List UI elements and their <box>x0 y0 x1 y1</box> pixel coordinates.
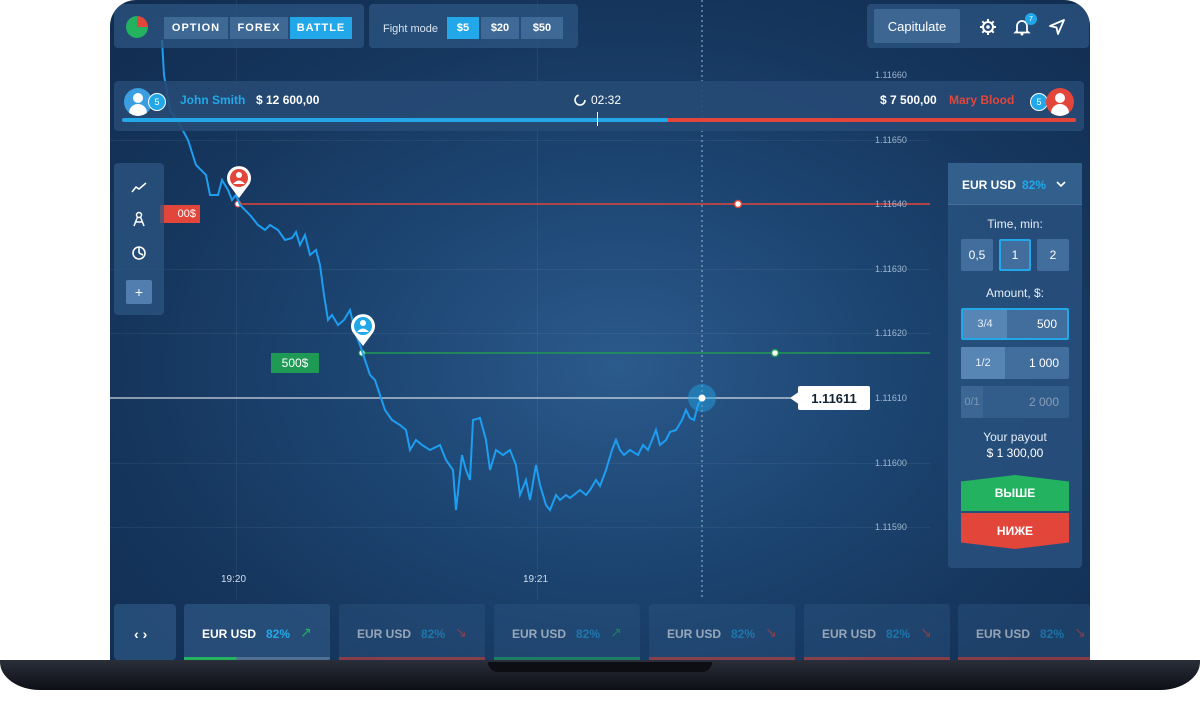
green-bet-label: 500$ <box>271 353 319 373</box>
y-tick-label: 1.11620 <box>875 328 907 338</box>
asset-card-pct: 82% <box>421 627 446 641</box>
y-tick-label: 1.11610 <box>875 393 907 403</box>
red-bet-end-point <box>733 199 743 209</box>
asset-card[interactable]: EUR USD 82% ↗ <box>494 604 640 660</box>
fight-mode-label: Fight mode <box>383 23 439 35</box>
red-player-pin-icon <box>227 166 251 198</box>
battle-progress-marker <box>597 112 598 126</box>
player-left-balance: $ 12 600,00 <box>256 93 320 107</box>
asset-card-pct: 82% <box>1040 627 1065 641</box>
green-bet-end-point <box>770 348 780 358</box>
amount-fraction: 0/1 <box>961 386 983 418</box>
trend-up-arrow-icon: ↗ <box>300 624 312 640</box>
fight-stake-20-button[interactable]: $20 <box>481 17 519 39</box>
time-option-button[interactable]: 1 <box>999 239 1031 271</box>
trading-screen: 00$ 500$ 1.11611 1.11660 1.11650 1.11640… <box>110 0 1090 665</box>
asset-card-pct: 82% <box>731 627 756 641</box>
compass-tool-icon[interactable] <box>129 209 149 229</box>
asset-card-name: EUR USD <box>202 627 257 641</box>
player-right-balance: $ 7 500,00 <box>880 93 937 107</box>
asset-selector[interactable]: EUR USD 82% <box>948 163 1082 205</box>
asset-scroll-control[interactable]: ‹› <box>114 604 176 660</box>
tab-forex[interactable]: FOREX <box>230 17 288 39</box>
player-right-avatar <box>1046 88 1074 116</box>
x-tick-label: 19:21 <box>523 574 549 585</box>
tab-battle[interactable]: BATTLE <box>290 17 352 39</box>
fight-stake-50-button[interactable]: $50 <box>521 17 563 39</box>
asset-payout-pct: 82% <box>1022 178 1047 192</box>
asset-card[interactable]: EUR USD 82% ↗ <box>184 604 330 660</box>
asset-card[interactable]: EUR USD 82% ↘ <box>958 604 1090 660</box>
asset-card[interactable]: EUR USD 82% ↘ <box>339 604 485 660</box>
asset-card[interactable]: EUR USD 82% ↘ <box>804 604 950 660</box>
asset-card-name: EUR USD <box>822 627 877 641</box>
scroll-arrows-icon[interactable]: ‹› <box>134 626 151 642</box>
y-tick-label: 1.11660 <box>875 70 907 80</box>
trend-up-arrow-icon: ↗ <box>610 624 622 640</box>
time-option-button[interactable]: 2 <box>1037 239 1069 271</box>
asset-card-name: EUR USD <box>667 627 722 641</box>
trade-panel: EUR USD 82% Time, min: 0,5 1 2 Amount, $… <box>948 163 1082 568</box>
current-price-tag: 1.11611 <box>798 386 870 410</box>
asset-name: EUR USD <box>962 178 1017 192</box>
trend-down-arrow-icon: ↘ <box>455 624 467 640</box>
player-left-name: John Smith <box>180 93 246 107</box>
player-right-name: Mary Blood <box>949 93 1015 107</box>
logo-icon <box>126 16 148 38</box>
mode-tabs-panel: OPTION FOREX BATTLE <box>114 4 364 48</box>
asset-card-name: EUR USD <box>357 627 412 641</box>
x-tick-label: 19:20 <box>221 574 247 585</box>
amount-value: 2 000 <box>1028 395 1059 409</box>
call-up-button[interactable]: ВЫШЕ <box>961 475 1069 511</box>
chevron-down-icon <box>1056 181 1066 188</box>
payout-label: Your payout <box>983 430 1047 444</box>
trend-down-arrow-icon: ↘ <box>765 624 777 640</box>
battle-progress-fill <box>122 118 668 122</box>
amount-fraction: 1/2 <box>961 347 1005 379</box>
battle-timer: 02:32 <box>591 93 622 107</box>
send-icon[interactable] <box>1048 18 1066 36</box>
asset-card-pct: 82% <box>576 627 601 641</box>
drawing-tools-panel: + <box>114 163 164 315</box>
fight-mode-panel: Fight mode $5 $20 $50 <box>369 4 578 48</box>
amount-option[interactable]: 3/4 500 <box>961 308 1069 340</box>
y-tick-label: 1.11630 <box>875 264 907 274</box>
amount-option[interactable]: 0/1 2 000 <box>961 386 1069 418</box>
y-tick-label: 1.11600 <box>875 458 907 468</box>
payout-value: $ 1 300,00 <box>986 446 1044 460</box>
amount-label: Amount, $: <box>985 286 1045 300</box>
blue-player-pin-icon <box>351 314 375 346</box>
y-tick-label: 1.11640 <box>875 199 907 209</box>
line-chart-tool-icon[interactable] <box>129 177 149 197</box>
trend-down-arrow-icon: ↘ <box>1074 624 1086 640</box>
trend-down-arrow-icon: ↘ <box>920 624 932 640</box>
asset-card-pct: 82% <box>886 627 911 641</box>
indicator-tool-icon[interactable] <box>129 243 149 263</box>
timer-icon <box>574 94 586 106</box>
amount-value: 500 <box>1036 317 1057 331</box>
asset-card-name: EUR USD <box>512 627 567 641</box>
asset-card-name: EUR USD <box>976 627 1031 641</box>
y-tick-label: 1.11590 <box>875 522 907 532</box>
red-bet-label: 00$ <box>160 205 200 223</box>
current-price-marker <box>698 394 706 402</box>
capitulate-button[interactable]: Capitulate <box>874 9 960 43</box>
asset-card-pct: 82% <box>266 627 291 641</box>
tab-option[interactable]: OPTION <box>164 17 228 39</box>
time-option-button[interactable]: 0,5 <box>961 239 993 271</box>
notification-badge: 7 <box>1025 13 1037 25</box>
y-tick-label: 1.11650 <box>875 135 907 145</box>
time-label: Time, min: <box>987 217 1043 231</box>
add-tool-button[interactable]: + <box>126 280 152 304</box>
put-down-button[interactable]: НИЖЕ <box>961 513 1069 549</box>
amount-fraction: 3/4 <box>963 310 1007 338</box>
amount-option[interactable]: 1/2 1 000 <box>961 347 1069 379</box>
laptop-notch <box>488 662 712 672</box>
player-left-level-badge: 5 <box>148 93 166 111</box>
gear-icon[interactable] <box>979 18 997 36</box>
fight-stake-5-button[interactable]: $5 <box>447 17 479 39</box>
asset-card[interactable]: EUR USD 82% ↘ <box>649 604 795 660</box>
top-right-panel: Capitulate 7 <box>867 4 1089 48</box>
amount-value: 1 000 <box>1028 356 1059 370</box>
